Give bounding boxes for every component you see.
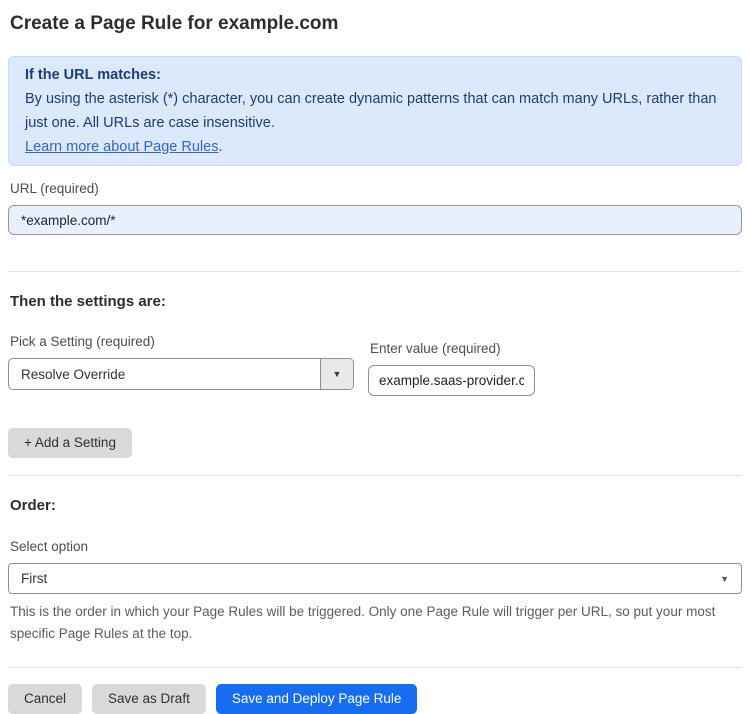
info-box-body: By using the asterisk (*) character, you… [25,91,717,131]
order-select-label: Select option [10,539,89,554]
info-box-heading: If the URL matches: [25,67,161,83]
setting-select[interactable]: Resolve Override ▼ [8,358,354,390]
setting-value-input[interactable] [368,365,535,396]
settings-section-heading: Then the settings are: [10,293,166,310]
setting-select-arrow-segment: ▼ [320,359,353,389]
divider [8,475,742,476]
chevron-down-icon: ▼ [332,369,342,379]
order-section-heading: Order: [10,497,56,514]
page-rule-form: Create a Page Rule for example.com If th… [0,0,750,714]
cancel-button[interactable]: Cancel [8,684,83,714]
footer-buttons: Cancel Save as Draft Save and Deploy Pag… [8,684,742,714]
add-setting-button[interactable]: + Add a Setting [8,428,132,458]
pick-setting-column: Pick a Setting (required) Resolve Overri… [8,317,354,396]
save-and-deploy-button[interactable]: Save and Deploy Page Rule [215,684,418,714]
save-as-draft-button[interactable]: Save as Draft [92,684,206,714]
page-title: Create a Page Rule for example.com [10,13,339,34]
settings-row: Pick a Setting (required) Resolve Overri… [8,317,742,396]
pick-setting-label: Pick a Setting (required) [10,334,155,349]
link-suffix: . [218,139,223,155]
chevron-down-icon: ▼ [720,573,729,584]
url-input[interactable] [8,205,742,235]
order-select-value: First [21,571,48,586]
divider [8,271,742,272]
url-field-label: URL (required) [10,181,99,196]
info-box-link-line: Learn more about Page Rules. [25,135,725,159]
url-match-info-box: If the URL matches: By using the asteris… [8,56,742,166]
enter-value-label: Enter value (required) [370,341,501,356]
enter-value-column: Enter value (required) [368,324,535,396]
divider [8,667,742,668]
learn-more-link[interactable]: Learn more about Page Rules [25,139,218,155]
setting-select-value: Resolve Override [21,366,126,382]
order-help-text: This is the order in which your Page Rul… [10,604,716,641]
order-select[interactable]: First ▼ [8,563,742,594]
